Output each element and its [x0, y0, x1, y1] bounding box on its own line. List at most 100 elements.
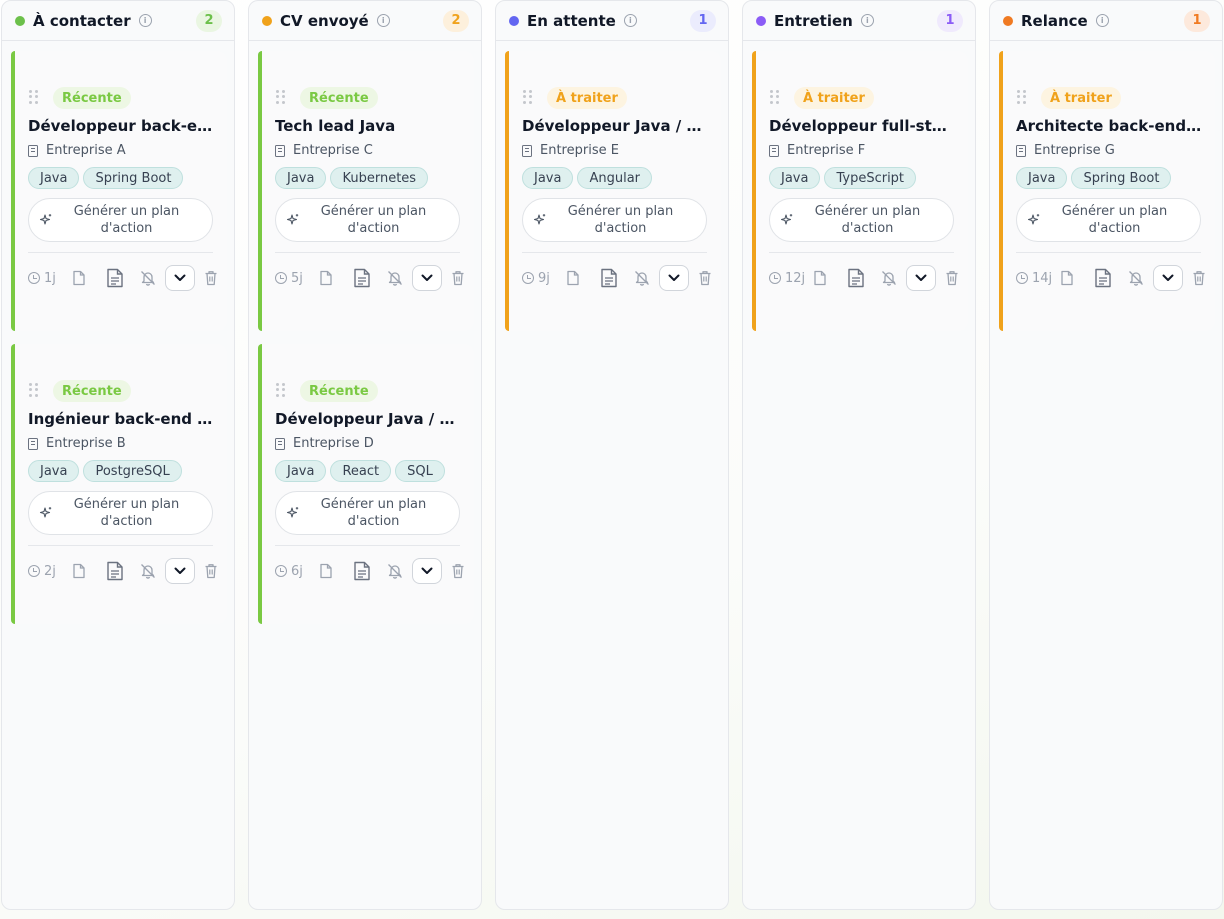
info-icon[interactable]: i [376, 14, 390, 27]
sparkle-icon [780, 214, 793, 225]
column-count-badge: 2 [196, 9, 222, 32]
job-card[interactable]: Récente Développeur Java / React Entrepr… [258, 344, 474, 624]
column-count-badge: 2 [443, 9, 469, 32]
document-icon[interactable] [353, 561, 371, 581]
file-icon[interactable] [813, 270, 827, 286]
generate-action-plan-button[interactable]: Générer un plan d'action [275, 198, 460, 242]
job-card[interactable]: Récente Développeur back-end Java Entrep… [11, 51, 227, 331]
drag-handle-icon[interactable] [523, 90, 533, 104]
skill-tag: Kubernetes [330, 167, 429, 189]
job-card[interactable]: À traiter Développeur Java / Angular Ent… [505, 51, 721, 331]
card-divider [769, 252, 954, 253]
bell-off-icon[interactable] [1128, 270, 1144, 286]
chevron-down-icon [1162, 274, 1174, 281]
chevron-down-icon [174, 274, 186, 281]
building-icon [275, 437, 285, 450]
card-company: Entreprise B [28, 436, 126, 451]
column-title: Entretien [774, 11, 853, 30]
card-tags: Java TypeScript [769, 167, 917, 189]
card-status-badge: Récente [300, 380, 378, 402]
drag-handle-icon[interactable] [29, 90, 39, 104]
drag-handle-icon[interactable] [276, 383, 286, 397]
trash-icon[interactable] [204, 270, 218, 286]
plan-button-label: Générer un plan d'action [567, 204, 674, 236]
generate-action-plan-button[interactable]: Générer un plan d'action [275, 491, 460, 535]
card-company: Entreprise A [28, 143, 126, 158]
file-icon[interactable] [72, 563, 86, 579]
sparkle-icon [39, 214, 52, 225]
trash-icon[interactable] [945, 270, 959, 286]
file-icon[interactable] [319, 270, 333, 286]
trash-icon[interactable] [698, 270, 712, 286]
card-title[interactable]: Ingénieur back-end Java [28, 410, 214, 428]
drag-handle-icon[interactable] [1017, 90, 1027, 104]
trash-icon[interactable] [451, 270, 465, 286]
trash-icon[interactable] [451, 563, 465, 579]
document-icon[interactable] [106, 561, 124, 581]
bell-off-icon[interactable] [881, 270, 897, 286]
plan-button-label: Générer un plan d'action [73, 497, 180, 529]
card-title[interactable]: Développeur Java / React [275, 410, 461, 428]
skill-tag: Spring Boot [1071, 167, 1172, 189]
column-status-dot [509, 15, 519, 26]
bell-off-icon[interactable] [634, 270, 650, 286]
company-name: Entreprise G [1034, 143, 1115, 158]
skill-tag: Java [275, 167, 327, 189]
job-card[interactable]: À traiter Développeur full-stack Entrepr… [752, 51, 968, 331]
drag-handle-icon[interactable] [770, 90, 780, 104]
status-select[interactable] [411, 558, 442, 584]
skill-tag: PostgreSQL [83, 460, 182, 482]
clock-icon [275, 565, 287, 577]
skill-tag: Java [28, 460, 80, 482]
card-title[interactable]: Développeur Java / Angular [522, 117, 708, 135]
card-footer: 2j [28, 558, 218, 584]
plan-button-label: Générer un plan d'action [320, 204, 427, 236]
card-title[interactable]: Architecte back-end Java [1016, 117, 1202, 135]
status-select[interactable] [658, 265, 689, 291]
bell-off-icon[interactable] [140, 563, 156, 579]
file-icon[interactable] [72, 270, 86, 286]
document-icon[interactable] [353, 268, 371, 288]
job-card[interactable]: À traiter Architecte back-end Java Entre… [999, 51, 1215, 331]
generate-action-plan-button[interactable]: Générer un plan d'action [769, 198, 954, 242]
info-icon[interactable]: i [138, 14, 152, 27]
card-status-badge: À traiter [794, 87, 874, 109]
sparkle-icon [533, 214, 546, 225]
status-select[interactable] [411, 265, 442, 291]
bell-off-icon[interactable] [387, 270, 403, 286]
file-icon[interactable] [319, 563, 333, 579]
status-select[interactable] [905, 265, 936, 291]
trash-icon[interactable] [204, 563, 218, 579]
file-icon[interactable] [1060, 270, 1074, 286]
generate-action-plan-button[interactable]: Générer un plan d'action [28, 491, 213, 535]
job-card[interactable]: Récente Ingénieur back-end Java Entrepri… [11, 344, 227, 624]
document-icon[interactable] [106, 268, 124, 288]
company-name: Entreprise E [540, 143, 619, 158]
job-card[interactable]: Récente Tech lead Java Entreprise C Java… [258, 51, 474, 331]
status-select[interactable] [1152, 265, 1183, 291]
info-icon[interactable]: i [860, 14, 874, 27]
status-select[interactable] [164, 558, 195, 584]
column-header: À contacter i 2 [2, 1, 234, 41]
drag-handle-icon[interactable] [29, 383, 39, 397]
document-icon[interactable] [600, 268, 618, 288]
generate-action-plan-button[interactable]: Générer un plan d'action [28, 198, 213, 242]
document-icon[interactable] [1094, 268, 1112, 288]
card-title[interactable]: Tech lead Java [275, 117, 461, 135]
bell-off-icon[interactable] [387, 563, 403, 579]
info-icon[interactable]: i [623, 14, 637, 27]
drag-handle-icon[interactable] [276, 90, 286, 104]
bell-off-icon[interactable] [140, 270, 156, 286]
file-icon[interactable] [566, 270, 580, 286]
info-icon[interactable]: i [1095, 14, 1109, 27]
card-title[interactable]: Développeur full-stack [769, 117, 955, 135]
generate-action-plan-button[interactable]: Générer un plan d'action [1016, 198, 1201, 242]
status-select[interactable] [164, 265, 195, 291]
column-title: CV envoyé [280, 11, 369, 30]
card-title[interactable]: Développeur back-end Java [28, 117, 214, 135]
document-icon[interactable] [847, 268, 865, 288]
company-name: Entreprise B [46, 436, 126, 451]
skill-tag: Java [1016, 167, 1068, 189]
generate-action-plan-button[interactable]: Générer un plan d'action [522, 198, 707, 242]
trash-icon[interactable] [1192, 270, 1206, 286]
